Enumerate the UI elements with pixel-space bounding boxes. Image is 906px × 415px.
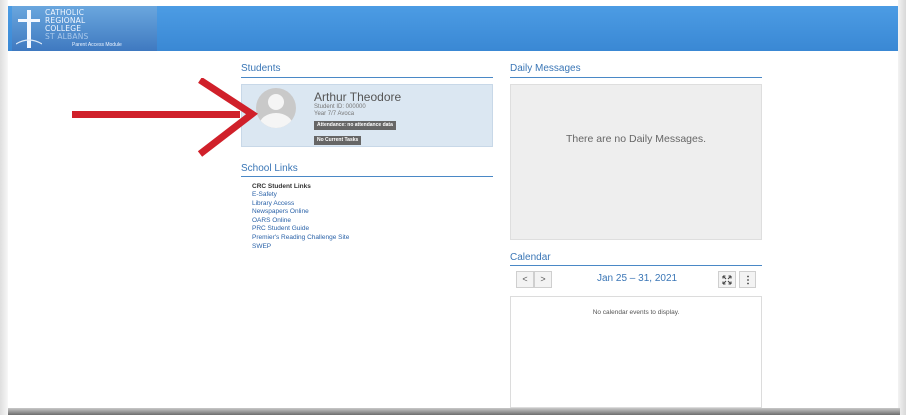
logo-line-4: ST ALBANS <box>45 32 89 41</box>
college-logo[interactable]: CATHOLIC REGIONAL COLLEGE ST ALBANS Pare… <box>12 6 157 51</box>
calendar-date-range: Jan 25 – 31, 2021 <box>597 273 678 284</box>
calendar-expand-button[interactable] <box>718 271 736 288</box>
calendar-divider <box>510 265 762 266</box>
link-prc-student-guide[interactable]: PRC Student Guide <box>252 225 349 234</box>
avatar-head <box>268 94 284 110</box>
frame-bottom-edge <box>8 408 900 415</box>
calendar-menu-button[interactable] <box>739 271 756 288</box>
attendance-badge: Attendance: no attendance data <box>314 121 396 130</box>
calendar-events-panel: No calendar events to display. <box>510 296 762 408</box>
daily-messages-panel: There are no Daily Messages. <box>510 84 762 240</box>
school-links-title: School Links <box>241 163 298 174</box>
student-id: Student ID: 000000 <box>314 104 366 110</box>
avatar-body <box>259 113 293 128</box>
students-title: Students <box>241 63 281 74</box>
avatar <box>256 88 296 128</box>
school-links-list: CRC Student Links E-Safety Library Acces… <box>252 182 349 251</box>
daily-messages-title: Daily Messages <box>510 63 581 74</box>
module-name: Parent Access Module <box>72 42 122 48</box>
student-card[interactable]: Arthur Theodore Student ID: 000000 Year … <box>241 84 493 147</box>
college-name: CATHOLIC REGIONAL COLLEGE ST ALBANS <box>45 9 88 41</box>
school-links-divider <box>241 176 493 177</box>
calendar-next-button[interactable]: > <box>534 271 552 288</box>
daily-messages-empty: There are no Daily Messages. <box>565 133 707 145</box>
link-swep[interactable]: SWEP <box>252 243 349 252</box>
calendar-prev-button[interactable]: < <box>516 271 534 288</box>
red-arrow-annotation <box>72 78 258 157</box>
calendar-empty: No calendar events to display. <box>592 309 680 316</box>
links-heading: CRC Student Links <box>252 183 311 190</box>
link-e-safety[interactable]: E-Safety <box>252 191 349 200</box>
student-year: Year 7/7 Avoca <box>314 111 355 117</box>
frame-left-edge <box>0 0 8 415</box>
frame-right-edge <box>898 0 906 415</box>
kebab-menu-icon <box>746 275 749 285</box>
arrow-shaft <box>72 111 240 118</box>
link-oars-online[interactable]: OARS Online <box>252 217 349 226</box>
student-name[interactable]: Arthur Theodore <box>314 90 401 104</box>
link-newspapers-online[interactable]: Newspapers Online <box>252 208 349 217</box>
expand-icon <box>722 275 732 285</box>
link-library-access[interactable]: Library Access <box>252 200 349 209</box>
app-frame: CATHOLIC REGIONAL COLLEGE ST ALBANS Pare… <box>0 0 906 415</box>
link-premiers-reading-challenge[interactable]: Premier's Reading Challenge Site <box>252 234 349 243</box>
cross-icon <box>16 10 42 48</box>
students-divider <box>241 77 493 78</box>
top-banner: CATHOLIC REGIONAL COLLEGE ST ALBANS Pare… <box>8 6 898 51</box>
tasks-badge: No Current Tasks <box>314 136 362 145</box>
daily-messages-divider <box>510 77 762 78</box>
calendar-title: Calendar <box>510 252 551 263</box>
